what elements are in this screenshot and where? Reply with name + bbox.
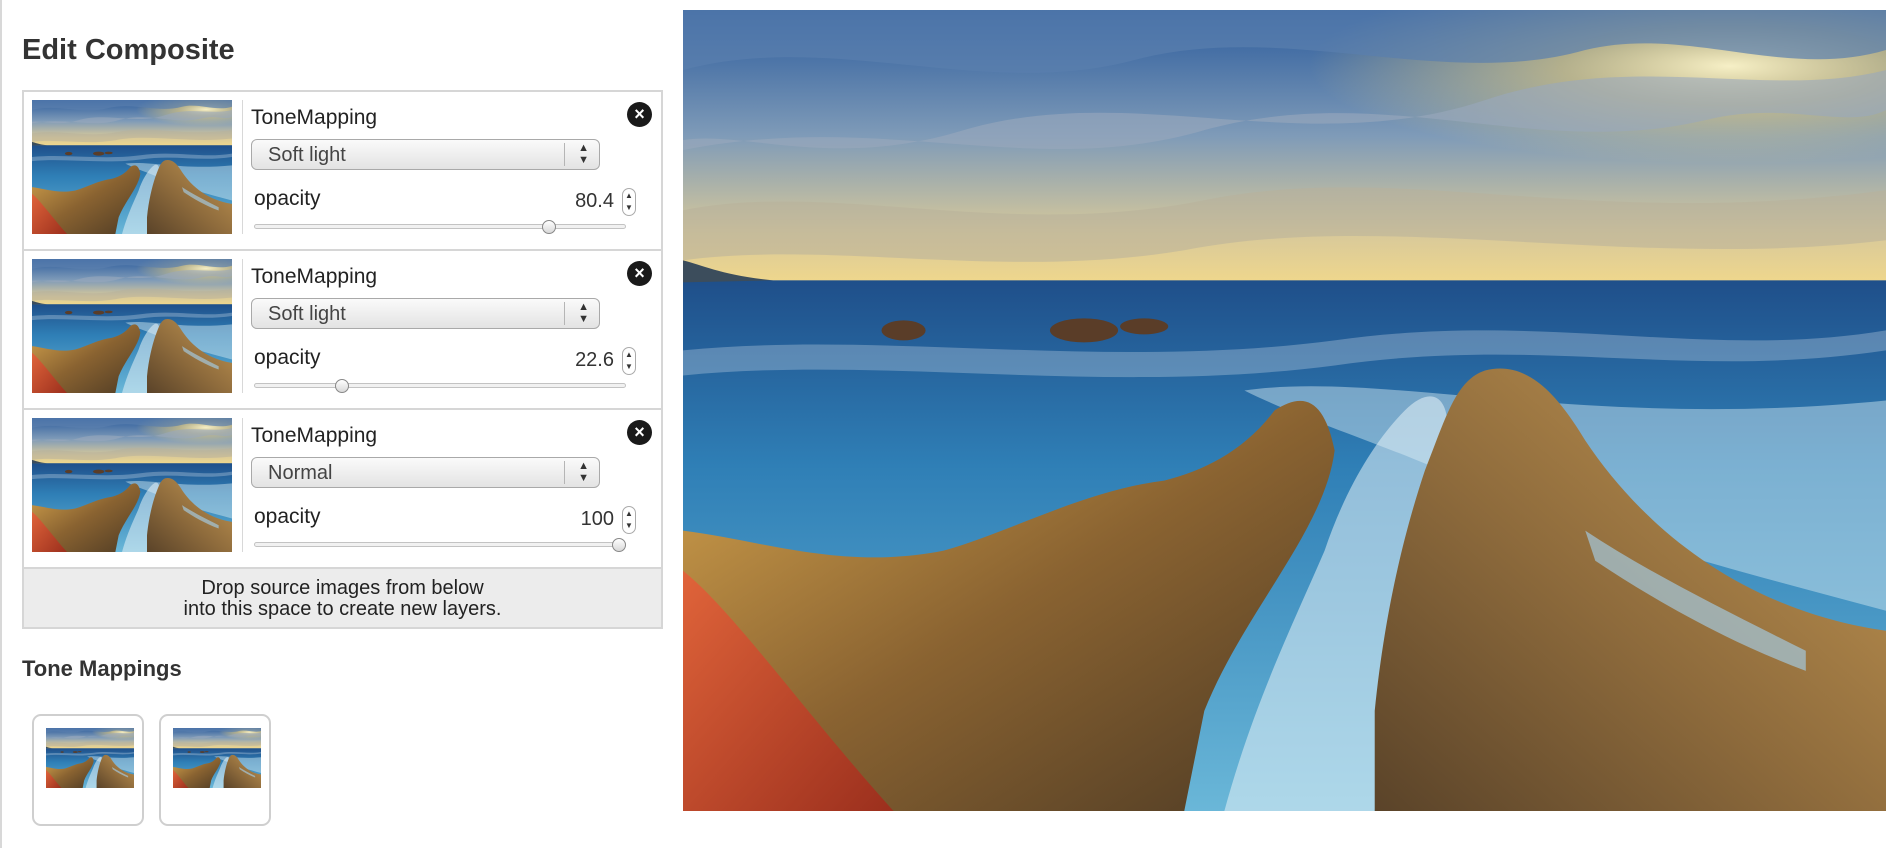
opacity-value[interactable]: 100 [514, 508, 614, 531]
layer-thumbnail[interactable] [32, 418, 232, 552]
blend-mode-value: Soft light [268, 144, 346, 166]
layer-list: ToneMapping × Soft light ▲ ▼ opacity 80.4… [22, 90, 663, 629]
opacity-value[interactable]: 80.4 [514, 190, 614, 213]
close-icon[interactable]: × [627, 102, 652, 127]
window-edge [0, 0, 2, 848]
blend-mode-select[interactable]: Soft light ▲ ▼ [251, 139, 600, 170]
opacity-slider-handle[interactable] [612, 538, 626, 552]
layer-thumbnail[interactable] [32, 100, 232, 234]
layer-item[interactable]: ToneMapping × Soft light ▲ ▼ opacity 22.6… [24, 251, 661, 410]
drop-zone-text-line2: into this space to create new layers. [183, 598, 502, 620]
blend-mode-value: Soft light [268, 303, 346, 325]
tone-mapping-tile[interactable] [32, 714, 144, 826]
blend-mode-select[interactable]: Soft light ▲ ▼ [251, 298, 600, 329]
opacity-stepper-icon[interactable]: ▲ ▼ [622, 506, 636, 534]
layer-name: ToneMapping [251, 424, 378, 447]
drop-zone[interactable]: Drop source images from below into this … [24, 569, 661, 627]
opacity-slider-handle[interactable] [541, 220, 556, 234]
blend-mode-value: Normal [268, 462, 333, 484]
select-divider [564, 302, 565, 325]
select-arrows-icon: ▲ ▼ [578, 301, 589, 325]
layer-item[interactable]: ToneMapping × Normal ▲ ▼ opacity 100 ▲ ▼ [24, 410, 661, 569]
select-arrows-icon: ▲ ▼ [578, 460, 589, 484]
opacity-slider-track[interactable] [254, 383, 626, 388]
select-arrows-icon: ▲ ▼ [578, 142, 589, 166]
composite-preview-image [683, 10, 1886, 811]
layer-name: ToneMapping [251, 106, 378, 129]
opacity-slider-track[interactable] [254, 224, 626, 229]
opacity-label: opacity [254, 187, 321, 210]
select-divider [564, 461, 565, 484]
page-title: Edit Composite [22, 34, 235, 66]
edit-composite-panel: Edit Composite ToneMapping × Soft light … [22, 28, 663, 826]
tone-mapping-tile[interactable] [159, 714, 271, 826]
opacity-slider-track[interactable] [254, 542, 626, 547]
opacity-stepper-icon[interactable]: ▲ ▼ [622, 347, 636, 375]
divider [242, 418, 243, 552]
thumbnail-image-icon [173, 728, 261, 788]
opacity-stepper-icon[interactable]: ▲ ▼ [622, 188, 636, 216]
layer-item[interactable]: ToneMapping × Soft light ▲ ▼ opacity 80.4… [24, 92, 661, 251]
drop-zone-text-line1: Drop source images from below [201, 577, 484, 599]
layer-thumbnail[interactable] [32, 259, 232, 393]
blend-mode-select[interactable]: Normal ▲ ▼ [251, 457, 600, 488]
close-icon[interactable]: × [627, 420, 652, 445]
thumbnail-image-icon [46, 728, 134, 788]
opacity-value[interactable]: 22.6 [514, 349, 614, 372]
layer-name: ToneMapping [251, 265, 378, 288]
select-divider [564, 143, 565, 166]
tone-mappings-title: Tone Mappings [22, 656, 182, 681]
opacity-label: opacity [254, 505, 321, 528]
close-icon[interactable]: × [627, 261, 652, 286]
opacity-slider-handle[interactable] [334, 379, 349, 393]
divider [242, 259, 243, 393]
divider [242, 100, 243, 234]
opacity-label: opacity [254, 346, 321, 369]
